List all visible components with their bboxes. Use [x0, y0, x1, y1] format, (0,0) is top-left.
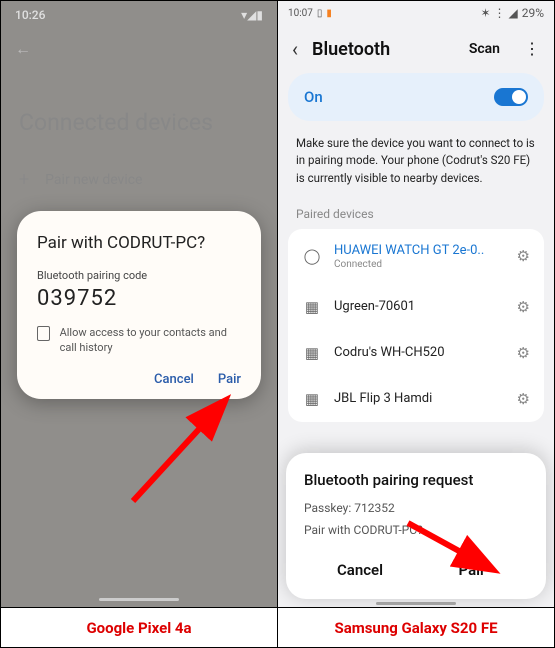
- gear-icon[interactable]: ⚙: [517, 247, 530, 265]
- cancel-button[interactable]: Cancel: [304, 549, 416, 591]
- device-row[interactable]: ◯ HUAWEI WATCH GT 2e-0.. Connected ⚙: [288, 229, 544, 284]
- info-text: Make sure the device you want to connect…: [278, 121, 554, 201]
- device-row[interactable]: ▦ Codru's WH-CH520 ⚙: [288, 330, 544, 376]
- checkbox-label: Allow access to your contacts and call h…: [60, 325, 241, 356]
- caption: Google Pixel 4a: [1, 607, 277, 647]
- device-name: HUAWEI WATCH GT 2e-0..: [334, 243, 505, 258]
- checkbox-icon[interactable]: [37, 326, 50, 341]
- clock: 10:07: [288, 8, 313, 19]
- pairing-dialog: Pair with CODRUT-PC? Bluetooth pairing c…: [17, 211, 261, 399]
- qr-icon: ▦: [302, 344, 322, 362]
- notification-icon: ▯: [317, 8, 323, 19]
- back-arrow[interactable]: ←: [15, 39, 31, 59]
- paired-devices-list: ◯ HUAWEI WATCH GT 2e-0.. Connected ⚙ ▦ U…: [288, 229, 544, 422]
- status-icons: ▾◢▮: [241, 8, 263, 22]
- page-title: Connected devices: [19, 109, 213, 136]
- home-indicator: [99, 598, 179, 601]
- device-name: Codru's WH-CH520: [334, 345, 505, 360]
- device-status: Connected: [334, 259, 505, 270]
- passkey-row: Passkey: 712352: [304, 501, 528, 515]
- clock: 10:26: [15, 8, 45, 22]
- page-title: Bluetooth: [312, 39, 455, 60]
- dialog-title: Pair with CODRUT-PC?: [37, 233, 241, 253]
- dialog-title: Bluetooth pairing request: [304, 471, 528, 489]
- gear-icon[interactable]: ⚙: [517, 390, 530, 408]
- gear-icon[interactable]: ⚙: [517, 298, 530, 316]
- qr-icon: ▦: [302, 390, 322, 408]
- device-row[interactable]: ▦ JBL Flip 3 Hamdi ⚙: [288, 376, 544, 422]
- pair-new-device-row[interactable]: + Pair new device: [19, 169, 142, 190]
- notification-icon-accent: ▮: [326, 8, 332, 19]
- watch-icon: ◯: [302, 247, 322, 265]
- contacts-checkbox-row[interactable]: Allow access to your contacts and call h…: [37, 325, 241, 356]
- more-menu-icon[interactable]: ⋮: [524, 46, 540, 52]
- device-name: JBL Flip 3 Hamdi: [334, 391, 505, 406]
- qr-icon: ▦: [302, 298, 322, 316]
- gear-icon[interactable]: ⚙: [517, 344, 530, 362]
- status-bar: 10:26 ▾◢▮: [1, 1, 277, 29]
- scan-button[interactable]: Scan: [469, 41, 500, 57]
- plus-icon: +: [19, 169, 29, 190]
- pairing-dialog: Bluetooth pairing request Passkey: 71235…: [286, 453, 546, 599]
- status-bar: 10:07 ▯ ▮ ✶ ⋮ ◢ 29%: [278, 1, 554, 25]
- device-name: Ugreen-70601: [334, 299, 505, 314]
- pair-with-text: Pair with CODRUT-PC?: [304, 523, 528, 537]
- status-icons: ✶ ⋮ ◢ 29%: [480, 6, 544, 20]
- cancel-button[interactable]: Cancel: [154, 372, 194, 387]
- device-row[interactable]: ▦ Ugreen-70601 ⚙: [288, 284, 544, 330]
- pair-button[interactable]: Pair: [416, 549, 528, 591]
- pairing-code: 039752: [37, 286, 241, 311]
- pair-button[interactable]: Pair: [218, 372, 241, 387]
- pair-new-device-label: Pair new device: [45, 172, 142, 188]
- home-indicator: [376, 602, 456, 605]
- caption: Samsung Galaxy S20 FE: [278, 607, 554, 647]
- bluetooth-toggle-row[interactable]: On: [288, 73, 544, 121]
- pairing-code-label: Bluetooth pairing code: [37, 269, 241, 282]
- toggle-switch[interactable]: [494, 88, 528, 106]
- paired-devices-label: Paired devices: [278, 201, 554, 229]
- back-button[interactable]: ‹: [292, 37, 298, 61]
- on-label: On: [304, 88, 494, 106]
